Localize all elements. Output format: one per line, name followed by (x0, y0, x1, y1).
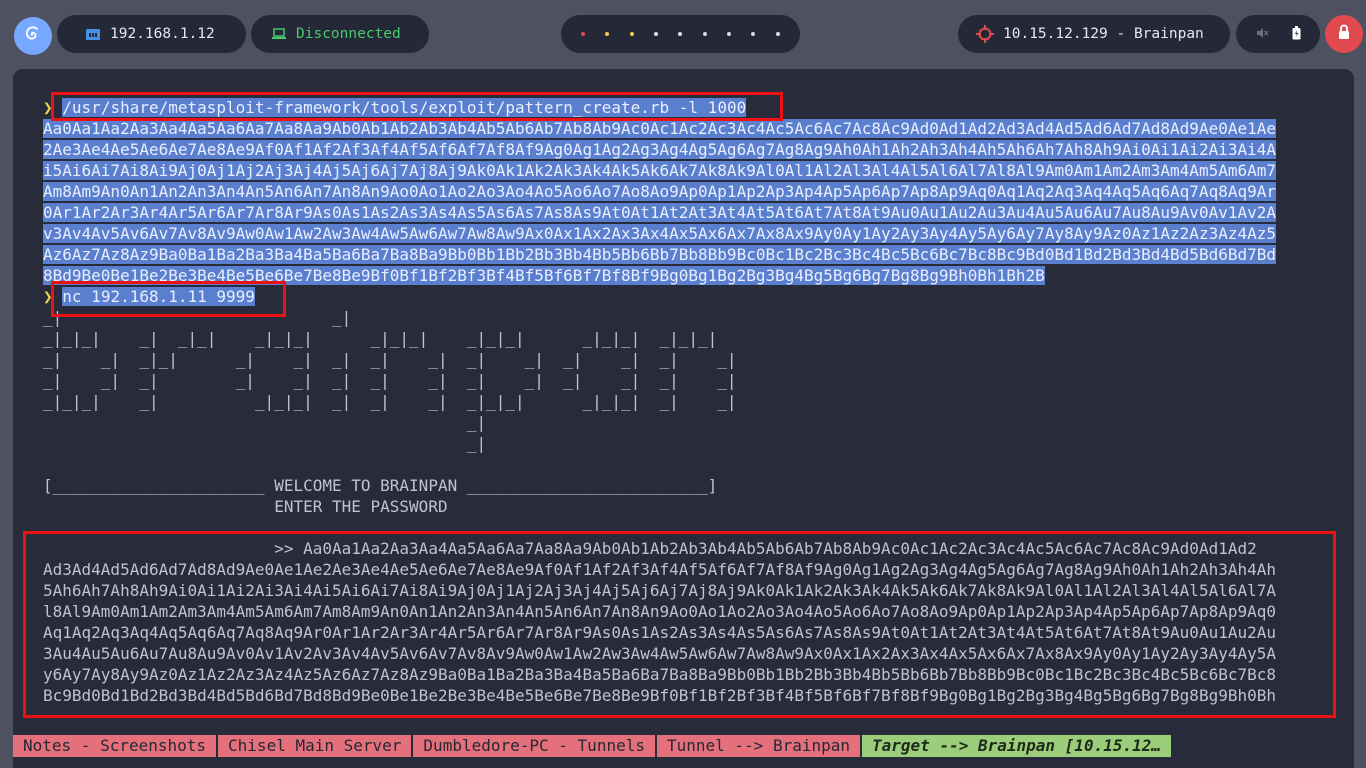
target-label: 10.15.12.129 - Brainpan (1003, 26, 1204, 42)
workspace-dot-3[interactable] (629, 32, 634, 36)
welcome-banner: [______________________ WELCOME TO BRAIN… (43, 476, 718, 495)
workspace-dot-7[interactable] (727, 32, 732, 36)
power-button[interactable] (1325, 15, 1363, 53)
ascii-art-line: _| (43, 413, 487, 432)
pattern-line: 0Ar1Ar2Ar3Ar4Ar5Ar6Ar7Ar8Ar9As0As1As2As3… (43, 203, 1276, 222)
workspace-switcher[interactable] (561, 15, 800, 53)
top-bar: 192.168.1.12 Disconnected 10.15.12.129 -… (0, 0, 1366, 68)
status-segment[interactable]: Dumbledore-PC - Tunnels (413, 735, 655, 757)
workspace-dot-2[interactable] (605, 32, 610, 36)
app-launcher-button[interactable] (14, 17, 52, 55)
workspace-dot-6[interactable] (702, 32, 707, 36)
status-segment[interactable]: Tunnel --> Brainpan (656, 735, 861, 757)
vpn-status-label: Disconnected (296, 26, 401, 42)
pattern-line: 2Ae3Ae4Ae5Ae6Ae7Ae8Ae9Af0Af1Af2Af3Af4Af5… (43, 140, 1276, 159)
workspace-dot-8[interactable] (751, 32, 756, 36)
ascii-art-line: _| _| _| _| _| _| _| _| _| _| _| _| _| _… (43, 371, 737, 390)
ip-address-widget[interactable]: 192.168.1.12 (57, 15, 246, 53)
terminal-window[interactable]: ❯ /usr/share/metasploit-framework/tools/… (13, 69, 1354, 768)
workspace-dot-1[interactable] (581, 32, 586, 36)
status-segment-active[interactable]: Target --> Brainpan [10.15.12… (862, 735, 1171, 757)
highlight-box-command (51, 92, 783, 121)
system-tray (1236, 15, 1320, 53)
highlight-box-netcat (51, 281, 286, 317)
status-segment[interactable]: Notes - Screenshots (13, 735, 217, 757)
workspace-dot-4[interactable] (654, 32, 659, 36)
debian-swirl-icon (22, 23, 44, 49)
speaker-muted-icon[interactable] (1255, 26, 1269, 43)
ascii-art-line: _| (43, 434, 487, 453)
workspace-dot-5[interactable] (678, 32, 683, 36)
laptop-icon (271, 28, 287, 40)
battery-icon[interactable] (1292, 25, 1301, 43)
ascii-art-line: _| _| _|_| _| _| _| _| _| _| _| _| _| _|… (43, 350, 737, 369)
pattern-line: Am8Am9An0An1An2An3An4An5An6An7An8An9Ao0A… (43, 182, 1276, 201)
tmux-status-bar: Notes - Screenshots Chisel Main Server Dum… (13, 735, 1354, 757)
vpn-status-widget[interactable]: Disconnected (251, 15, 429, 53)
pattern-line: Aa0Aa1Aa2Aa3Aa4Aa5Aa6Aa7Aa8Aa9Ab0Ab1Ab2A… (43, 119, 1276, 138)
workspace-dot-9[interactable] (775, 32, 780, 36)
status-segment[interactable]: Chisel Main Server (218, 735, 412, 757)
target-widget[interactable]: 10.15.12.129 - Brainpan (958, 15, 1230, 53)
ascii-art-line: _|_|_| _| _|_| _|_|_| _|_|_| _|_|_| _|_|… (43, 329, 718, 348)
power-icon (1335, 23, 1353, 45)
pattern-line: v3Av4Av5Av6Av7Av8Av9Aw0Aw1Aw2Aw3Aw4Aw5Aw… (43, 224, 1276, 243)
highlight-box-response (23, 531, 1336, 718)
pattern-line: Az6Az7Az8Az9Ba0Ba1Ba2Ba3Ba4Ba5Ba6Ba7Ba8B… (43, 245, 1276, 264)
ip-address-label: 192.168.1.12 (110, 26, 215, 42)
crosshair-icon (976, 25, 994, 43)
enter-password-prompt: ENTER THE PASSWORD (43, 497, 448, 516)
ethernet-icon (85, 27, 101, 41)
ascii-art-line: _|_|_| _| _|_|_| _| _| _| _|_|_| _|_|_| … (43, 392, 737, 411)
pattern-line: i5Ai6Ai7Ai8Ai9Aj0Aj1Aj2Aj3Aj4Aj5Aj6Aj7Aj… (43, 161, 1276, 180)
